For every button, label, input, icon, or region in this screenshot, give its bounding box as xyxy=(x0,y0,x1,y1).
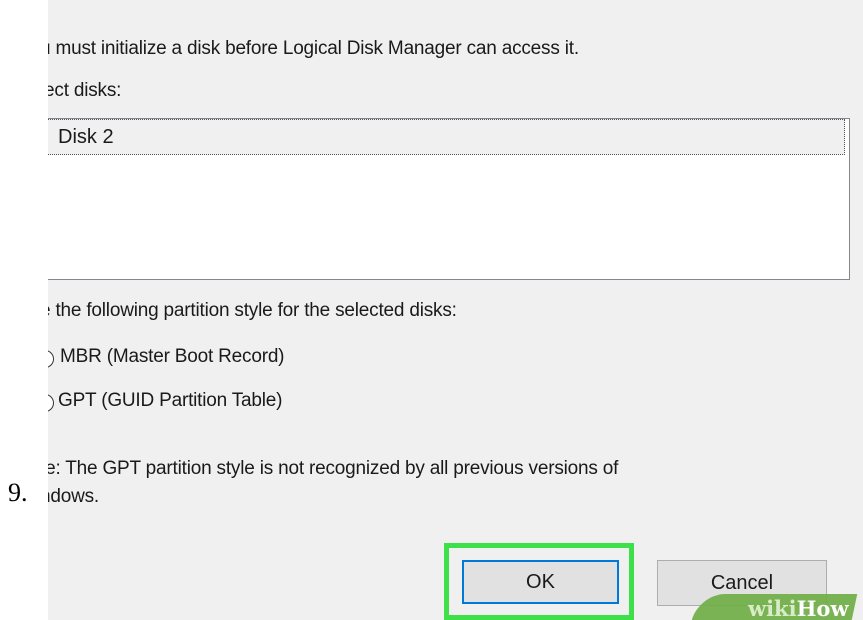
instruction-text: u must initialize a disk before Logical … xyxy=(48,38,579,59)
initialize-disk-dialog: u must initialize a disk before Logical … xyxy=(48,0,863,620)
partition-style-label: e the following partition style for the … xyxy=(48,300,457,321)
gpt-radio[interactable] xyxy=(48,394,54,412)
note-text-line2: ndows. xyxy=(48,486,100,507)
select-disks-label: lect disks: xyxy=(48,80,122,101)
mbr-option-label[interactable]: MBR (Master Boot Record) xyxy=(60,346,285,368)
watermark-part2: How xyxy=(796,596,849,620)
disk-list-item[interactable]: Disk 2 xyxy=(48,119,845,155)
mbr-radio[interactable] xyxy=(48,350,54,368)
disk-list[interactable]: Disk 2 xyxy=(48,118,850,280)
disk-item-label: Disk 2 xyxy=(58,126,114,148)
watermark-part1: wiki xyxy=(748,596,797,620)
gpt-option-label[interactable]: GPT (GUID Partition Table) xyxy=(58,390,282,412)
note-text-line1: te: The GPT partition style is not recog… xyxy=(48,458,619,479)
step-number: 9. xyxy=(8,478,28,507)
ok-button[interactable]: OK xyxy=(462,560,619,604)
wikihow-watermark-text: wikiHow xyxy=(748,596,849,620)
